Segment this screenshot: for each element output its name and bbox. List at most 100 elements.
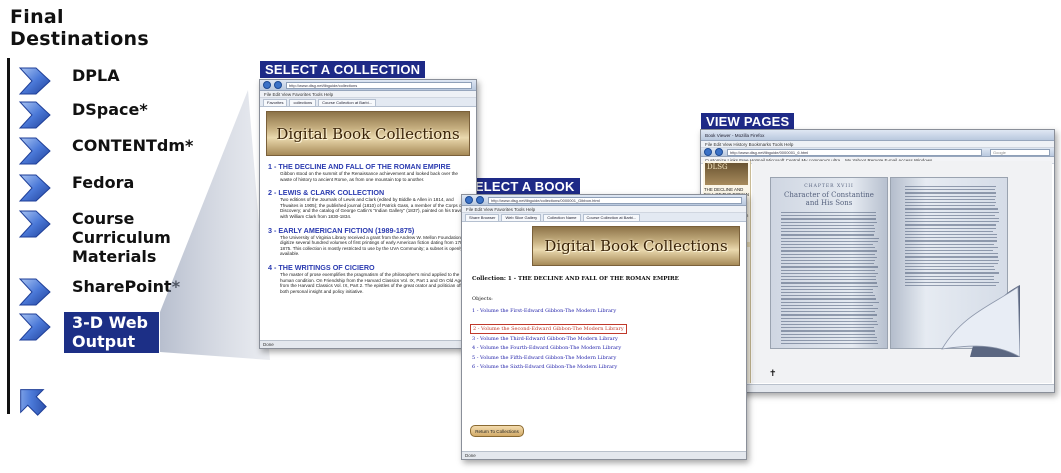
book-viewer-area: CHAPTER XVIII Character of Constantine a… — [752, 161, 1052, 383]
collection-link[interactable]: 3 - EARLY AMERICAN FICTION (1989-1875) — [268, 226, 468, 235]
text-line — [781, 215, 876, 216]
text-line — [905, 237, 997, 238]
text-line — [781, 247, 875, 248]
text-line — [905, 192, 996, 193]
text-line — [905, 224, 996, 225]
chapter-heading: CHAPTER XVIII — [771, 184, 887, 189]
volume-link[interactable]: 4 - Volume the Fourth-Edward Gibbon-The … — [472, 344, 746, 354]
text-line — [781, 298, 876, 299]
collection-description: Gibbon stood on the summit of the Renais… — [268, 171, 468, 182]
text-line — [905, 282, 999, 283]
banner-title: Digital Book Collections — [276, 125, 459, 143]
text-line — [781, 250, 877, 251]
text-line — [781, 282, 877, 283]
text-line — [781, 273, 878, 274]
text-line — [781, 340, 877, 341]
menu-bar[interactable]: File Edit View Favorites Tools Help — [260, 91, 476, 98]
text-line — [905, 276, 994, 277]
text-line — [781, 263, 874, 264]
text-line — [781, 234, 874, 235]
text-line — [905, 186, 996, 187]
address-bar[interactable]: http://www.dlsg.net/libguide/0000001_6.h… — [727, 149, 982, 156]
collection-link[interactable]: 1 - THE DECLINE AND FALL OF THE ROMAN EM… — [268, 162, 468, 171]
tab-course-collection[interactable]: Course Collection at Barbi... — [318, 99, 376, 106]
text-line — [781, 314, 877, 315]
text-line — [781, 308, 878, 309]
text-line — [905, 234, 997, 235]
text-line — [905, 272, 999, 273]
volume-link-selected[interactable]: 2 - Volume the Second-Edward Gibbon-The … — [470, 324, 627, 334]
menu-bar[interactable]: File Edit View History Bookmarks Tools H… — [701, 141, 1054, 148]
text-line — [905, 266, 994, 267]
collection-description: Two editions of the Journals of Lewis an… — [268, 197, 468, 219]
text-line — [905, 215, 995, 216]
select-collection-banner: SELECT A COLLECTION — [260, 61, 425, 78]
text-line — [781, 286, 878, 287]
tab-collections[interactable]: collections — [289, 99, 316, 106]
text-line — [781, 334, 875, 335]
navigation-toolbar: http://www.dlsg.net/libguide/0000001_6.h… — [701, 148, 1054, 157]
text-line — [781, 305, 873, 306]
tab-share-browser[interactable]: Share Browser — [465, 214, 499, 221]
volume-link[interactable]: 5 - Volume the Fifth-Edward Gibbon-The M… — [472, 354, 746, 364]
back-button-icon[interactable] — [465, 196, 473, 204]
text-line — [781, 218, 876, 219]
volume-link[interactable]: 1 - Volume the First-Edward Gibbon-The M… — [472, 307, 746, 317]
page-curl-icon[interactable] — [940, 285, 1020, 357]
forward-button-icon[interactable] — [476, 196, 484, 204]
menu-bar[interactable]: File Edit View Favorites Tools Help — [462, 206, 746, 213]
objects-label: Objects: — [472, 296, 736, 302]
address-bar[interactable]: http://www.dlsg.net/libguide/collections — [286, 82, 472, 89]
search-input[interactable]: Google — [990, 149, 1050, 156]
status-bar: Done — [462, 451, 746, 459]
forward-button-icon[interactable] — [715, 148, 723, 156]
back-button-icon[interactable] — [263, 81, 271, 89]
address-bar[interactable]: http://www.dlsg.net/libguide/collections… — [488, 197, 742, 204]
text-line — [905, 221, 999, 222]
text-line — [781, 231, 875, 232]
text-line — [905, 247, 998, 248]
banner-title: Digital Book Collections — [544, 237, 727, 255]
select-book-banner: SELECT A BOOK — [461, 178, 580, 195]
return-to-collections-button[interactable]: Return To Collections — [470, 425, 524, 437]
tab-favorites[interactable]: Favorites — [263, 99, 287, 106]
collection-item[interactable]: 2 - LEWIS & CLARK COLLECTION Two edition… — [268, 188, 468, 219]
window-titlebar: Book Viewer - Mozilla Firefox — [701, 130, 1054, 141]
text-line — [905, 279, 994, 280]
collection-description: The master of prose exemplifies the prag… — [268, 272, 468, 294]
text-line — [905, 240, 997, 241]
text-line — [781, 318, 873, 319]
text-line — [781, 321, 877, 322]
text-line — [781, 257, 877, 258]
text-line — [905, 218, 999, 219]
collection-item[interactable]: 3 - EARLY AMERICAN FICTION (1989-1875) T… — [268, 226, 468, 257]
collection-link[interactable]: 4 - THE WRITINGS OF CICIERO — [268, 263, 468, 272]
collection-list: 1 - THE DECLINE AND FALL OF THE ROMAN EM… — [260, 162, 476, 294]
text-line — [905, 253, 998, 254]
forward-button-icon[interactable] — [274, 81, 282, 89]
dlsg-logo: DLSG — [705, 163, 748, 185]
text-line — [781, 222, 877, 223]
collection-description: The University of Virginia Library recei… — [268, 235, 468, 257]
collection-item[interactable]: 1 - THE DECLINE AND FALL OF THE ROMAN EM… — [268, 162, 468, 182]
text-line — [781, 311, 875, 312]
text-line — [781, 337, 877, 338]
status-bar: Done — [260, 340, 476, 348]
volume-link[interactable]: 3 - Volume the Third-Edward Gibbon-The M… — [472, 335, 746, 345]
text-line — [781, 238, 879, 239]
left-page: CHAPTER XVIII Character of Constantine a… — [770, 177, 888, 349]
text-line — [781, 270, 875, 271]
text-line — [781, 260, 875, 261]
collection-item[interactable]: 4 - THE WRITINGS OF CICIERO The master o… — [268, 263, 468, 294]
volume-link[interactable]: 6 - Volume the Sixth-Edward Gibbon-The M… — [472, 363, 746, 373]
tab-strip: Share Browser Web Slice Gallery Collecti… — [462, 213, 746, 222]
back-button-icon[interactable] — [704, 148, 712, 156]
tab-web-slice[interactable]: Web Slice Gallery — [501, 214, 541, 221]
text-line — [905, 228, 996, 229]
collection-link[interactable]: 2 - LEWIS & CLARK COLLECTION — [268, 188, 468, 197]
browser-toolbar: http://www.dlsg.net/libguide/collections — [260, 80, 476, 91]
text-line — [781, 295, 875, 296]
tab-course-collection[interactable]: Course Collection at Barbi... — [583, 214, 641, 221]
text-line — [905, 244, 994, 245]
tab-collection-name[interactable]: Collection Name — [543, 214, 580, 221]
